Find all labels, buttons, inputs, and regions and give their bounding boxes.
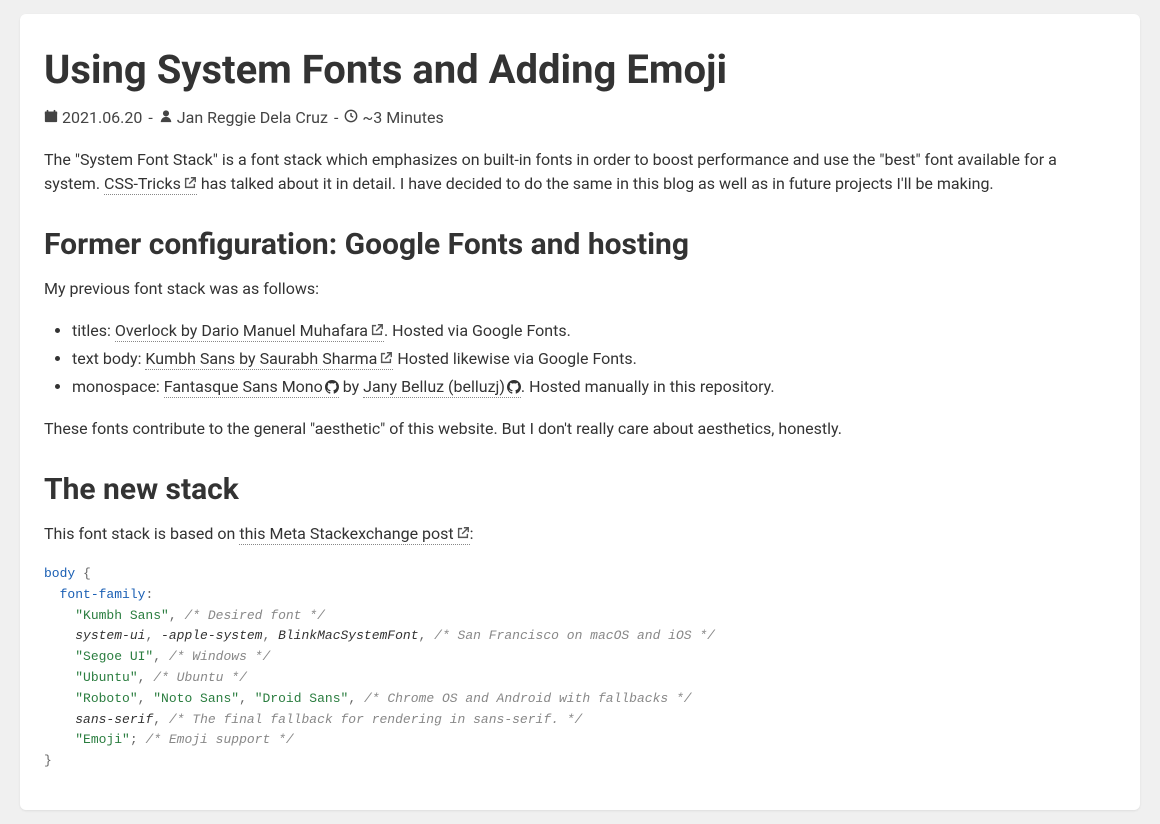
section1-lead: My previous font stack was as follows: (44, 277, 1116, 301)
github-icon (507, 377, 521, 391)
kumbh-sans-link[interactable]: Kumbh Sans by Saurabh Sharma (145, 349, 393, 370)
external-link-icon (183, 173, 197, 187)
list-item: text body: Kumbh Sans by Saurabh Sharma … (72, 347, 1116, 371)
post-author: Jan Reggie Dela Cruz (177, 106, 328, 130)
section1-closing: These fonts contribute to the general "a… (44, 417, 1116, 441)
user-icon (159, 106, 173, 130)
font-list: titles: Overlock by Dario Manuel Muhafar… (44, 319, 1116, 399)
fantasque-link[interactable]: Fantasque Sans Mono (164, 377, 339, 398)
external-link-icon (456, 523, 470, 537)
code-block: body { font-family: "Kumbh Sans", /* Des… (44, 564, 1116, 772)
post-date: 2021.06.20 (62, 106, 142, 130)
list-item: monospace: Fantasque Sans Mono by Jany B… (72, 375, 1116, 399)
meta-separator: - (148, 106, 152, 130)
list-item: titles: Overlock by Dario Manuel Muhafar… (72, 319, 1116, 343)
section-heading: The new stack (44, 467, 1116, 512)
section2-lead: This font stack is based on this Meta St… (44, 522, 1116, 546)
css-tricks-link[interactable]: CSS-Tricks (104, 174, 197, 195)
post-meta: 2021.06.20 - Jan Reggie Dela Cruz - ~3 M… (44, 106, 1116, 130)
github-icon (325, 377, 339, 391)
belluzj-link[interactable]: Jany Belluz (belluzj) (363, 377, 521, 398)
overlock-link[interactable]: Overlock by Dario Manuel Muhafara (115, 321, 384, 342)
intro-paragraph: The "System Font Stack" is a font stack … (44, 148, 1116, 196)
post-title: Using System Fonts and Adding Emoji (44, 40, 1116, 100)
external-link-icon (370, 320, 384, 334)
external-link-icon (379, 348, 393, 362)
section-heading: Former configuration: Google Fonts and h… (44, 222, 1116, 267)
article-card: Using System Fonts and Adding Emoji 2021… (20, 14, 1140, 810)
clock-icon (344, 106, 358, 130)
calendar-icon (44, 106, 58, 130)
meta-separator: - (334, 106, 338, 130)
post-readtime: ~3 Minutes (362, 106, 443, 130)
stackexchange-link[interactable]: this Meta Stackexchange post (239, 524, 469, 545)
